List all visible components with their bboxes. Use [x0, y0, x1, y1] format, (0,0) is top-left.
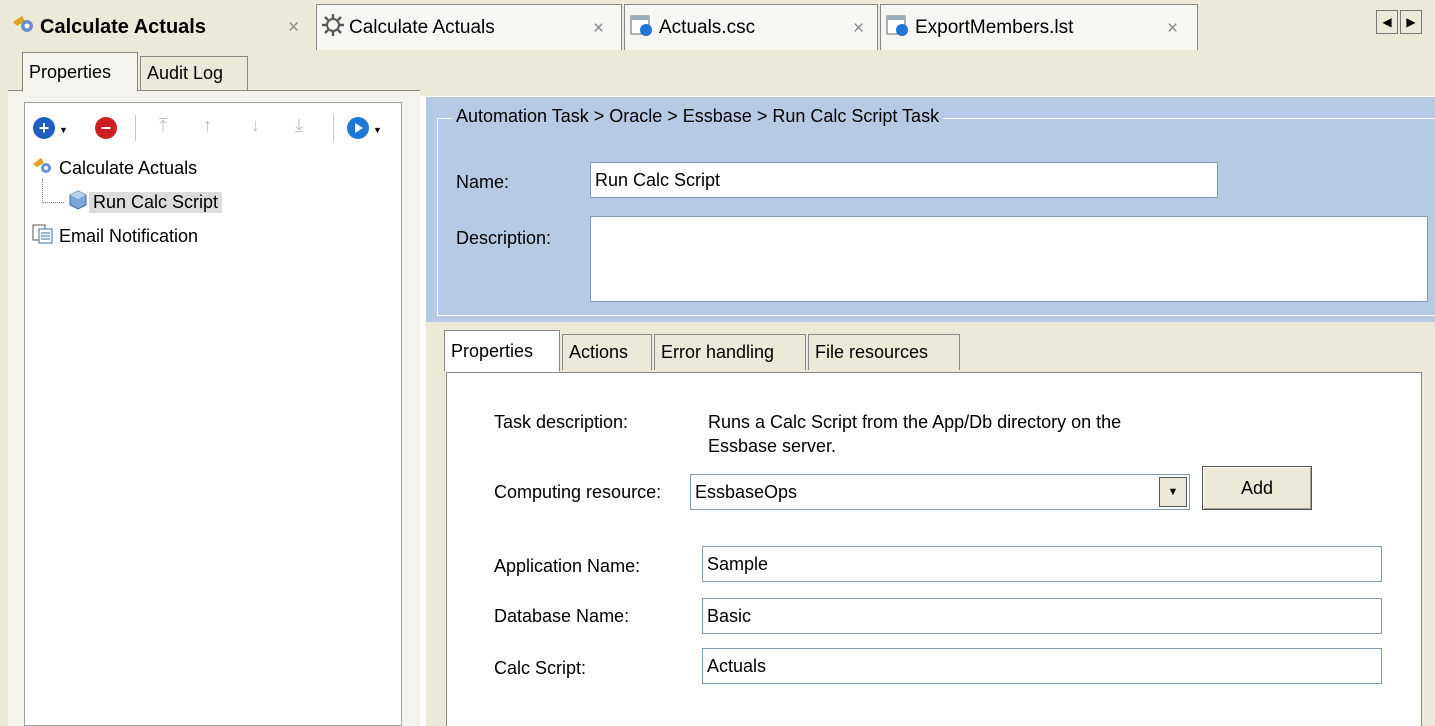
- cube-icon: [67, 189, 89, 216]
- database-name-field[interactable]: Basic: [702, 598, 1382, 634]
- play-icon: [347, 117, 369, 139]
- calc-script-label: Calc Script:: [494, 658, 587, 678]
- tab-audit-log[interactable]: Audit Log: [140, 56, 248, 90]
- doc-tab-label: Calculate Actuals: [349, 16, 495, 38]
- move-down-icon[interactable]: ↓: [251, 115, 260, 136]
- scroll-left-button[interactable]: ◀: [1376, 10, 1398, 34]
- chevron-down-icon[interactable]: ▼: [59, 125, 68, 135]
- tree-item-calculate-actuals[interactable]: Calculate Actuals: [31, 155, 201, 181]
- computing-resource-value: EssbaseOps: [695, 481, 798, 502]
- run-button[interactable]: [347, 117, 369, 139]
- remove-task-button[interactable]: −: [95, 117, 117, 139]
- breadcrumb: Automation Task > Oracle > Essbase > Run…: [452, 106, 944, 127]
- triangle-right-icon: ▶: [1406, 15, 1416, 29]
- move-bottom-icon[interactable]: ⤓: [295, 115, 303, 136]
- name-label: Name:: [456, 172, 510, 192]
- add-task-button[interactable]: +: [33, 117, 55, 139]
- toolbar-separator: [333, 115, 334, 141]
- gear-icon: [321, 13, 345, 43]
- task-description-label: Task description:: [494, 412, 629, 432]
- close-tab-icon[interactable]: ×: [1167, 18, 1178, 40]
- scroll-right-button[interactable]: ▶: [1400, 10, 1422, 34]
- doc-tab-exportmembers-lst[interactable]: ExportMembers.lst ×: [880, 4, 1198, 50]
- close-tab-icon[interactable]: ×: [853, 18, 864, 40]
- document-tab-strip: Calculate Actuals × Calculate Actuals × …: [0, 0, 1435, 50]
- application-name-label: Application Name:: [494, 556, 641, 576]
- close-tab-icon[interactable]: ×: [288, 17, 299, 39]
- name-field[interactable]: Run Calc Script: [590, 162, 1218, 198]
- doc-tab-calculate-actuals-active[interactable]: Calculate Actuals ×: [6, 4, 314, 50]
- tab-actions[interactable]: Actions: [562, 334, 652, 370]
- list-file-icon: [885, 13, 911, 43]
- script-file-icon: [629, 13, 655, 43]
- tree-item-email-notification[interactable]: Email Notification: [31, 223, 202, 249]
- description-field[interactable]: [590, 216, 1428, 302]
- computing-resource-label: Computing resource:: [494, 482, 662, 502]
- doc-tab-label: Actuals.csc: [659, 16, 756, 38]
- database-name-label: Database Name:: [494, 606, 630, 626]
- add-resource-button[interactable]: Add: [1202, 466, 1312, 510]
- description-label: Description:: [456, 228, 552, 248]
- workflow-icon: [10, 12, 36, 42]
- application-name-field[interactable]: Sample: [702, 546, 1382, 582]
- computing-resource-select[interactable]: EssbaseOps ▼: [690, 474, 1190, 510]
- move-up-icon[interactable]: ↑: [203, 115, 212, 136]
- tab-error-handling[interactable]: Error handling: [654, 334, 806, 370]
- workflow-icon: [31, 155, 55, 182]
- tree-item-label: Calculate Actuals: [59, 157, 198, 178]
- tab-properties[interactable]: Properties: [444, 330, 560, 372]
- chevron-down-icon: ▼: [1167, 486, 1179, 498]
- tab-file-resources[interactable]: File resources: [808, 334, 960, 370]
- calc-script-field[interactable]: Actuals: [702, 648, 1382, 684]
- minus-icon: −: [95, 117, 117, 139]
- doc-tab-label: ExportMembers.lst: [915, 16, 1074, 38]
- tree-connector: [42, 179, 43, 203]
- task-description-text-line2: Essbase server.: [708, 436, 837, 456]
- tab-properties-left[interactable]: Properties: [22, 52, 138, 92]
- task-tree-panel: + ▼ − ⤒ ↑ ↓ ⤓ ▼ Calculate Actuals Run Ca…: [24, 102, 402, 726]
- triangle-left-icon: ◀: [1382, 15, 1392, 29]
- dropdown-button[interactable]: ▼: [1159, 477, 1187, 507]
- tree-item-run-calc-script[interactable]: Run Calc Script: [67, 189, 223, 216]
- doc-tab-calculate-actuals-2[interactable]: Calculate Actuals ×: [316, 4, 622, 50]
- tree-connector: [42, 202, 64, 203]
- tree-item-label: Email Notification: [59, 225, 199, 246]
- task-description-text-line1: Runs a Calc Script from the App/Db direc…: [708, 412, 1122, 432]
- email-document-icon: [31, 223, 55, 250]
- doc-tab-actuals-csc[interactable]: Actuals.csc ×: [624, 4, 878, 50]
- chevron-down-icon[interactable]: ▼: [373, 125, 382, 135]
- plus-icon: +: [33, 117, 55, 139]
- tree-item-label: Run Calc Script: [89, 191, 223, 213]
- close-tab-icon[interactable]: ×: [593, 18, 604, 40]
- toolbar-separator: [135, 115, 136, 141]
- doc-tab-label: Calculate Actuals: [40, 15, 206, 38]
- move-top-icon[interactable]: ⤒: [159, 115, 167, 136]
